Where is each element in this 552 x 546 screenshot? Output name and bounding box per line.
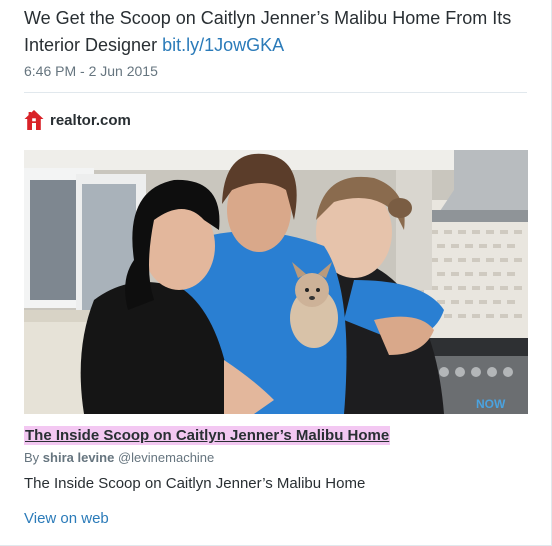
card-description: The Inside Scoop on Caitlyn Jenner’s Mal…	[24, 475, 366, 492]
card-byline: By shira levine @levinemachine	[24, 449, 527, 467]
card-image[interactable]: NOW	[24, 150, 528, 414]
author-name[interactable]: shira levine	[43, 450, 115, 465]
view-on-web-link[interactable]: View on web	[24, 509, 109, 529]
publisher-name: realtor.com	[50, 111, 131, 129]
card-photo: NOW	[24, 150, 528, 414]
tweet-text: We Get the Scoop on Caitlyn Jenner’s Mal…	[24, 5, 524, 59]
house-icon	[24, 109, 44, 131]
tweet-link[interactable]: bit.ly/1JowGKA	[162, 35, 284, 55]
tweet: We Get the Scoop on Caitlyn Jenner’s Mal…	[0, 0, 552, 546]
link-card: realtor.com NOW The Inside Scoop on Cait…	[24, 92, 528, 529]
card-publisher[interactable]: realtor.com	[24, 104, 527, 136]
tweet-timestamp[interactable]: 6:46 PM - 2 Jun 2015	[24, 61, 527, 81]
byline-prefix: By	[24, 450, 43, 465]
svg-text:NOW: NOW	[476, 397, 506, 411]
card-title[interactable]: The Inside Scoop on Caitlyn Jenner’s Mal…	[24, 426, 391, 445]
author-handle[interactable]: @levinemachine	[118, 450, 214, 465]
